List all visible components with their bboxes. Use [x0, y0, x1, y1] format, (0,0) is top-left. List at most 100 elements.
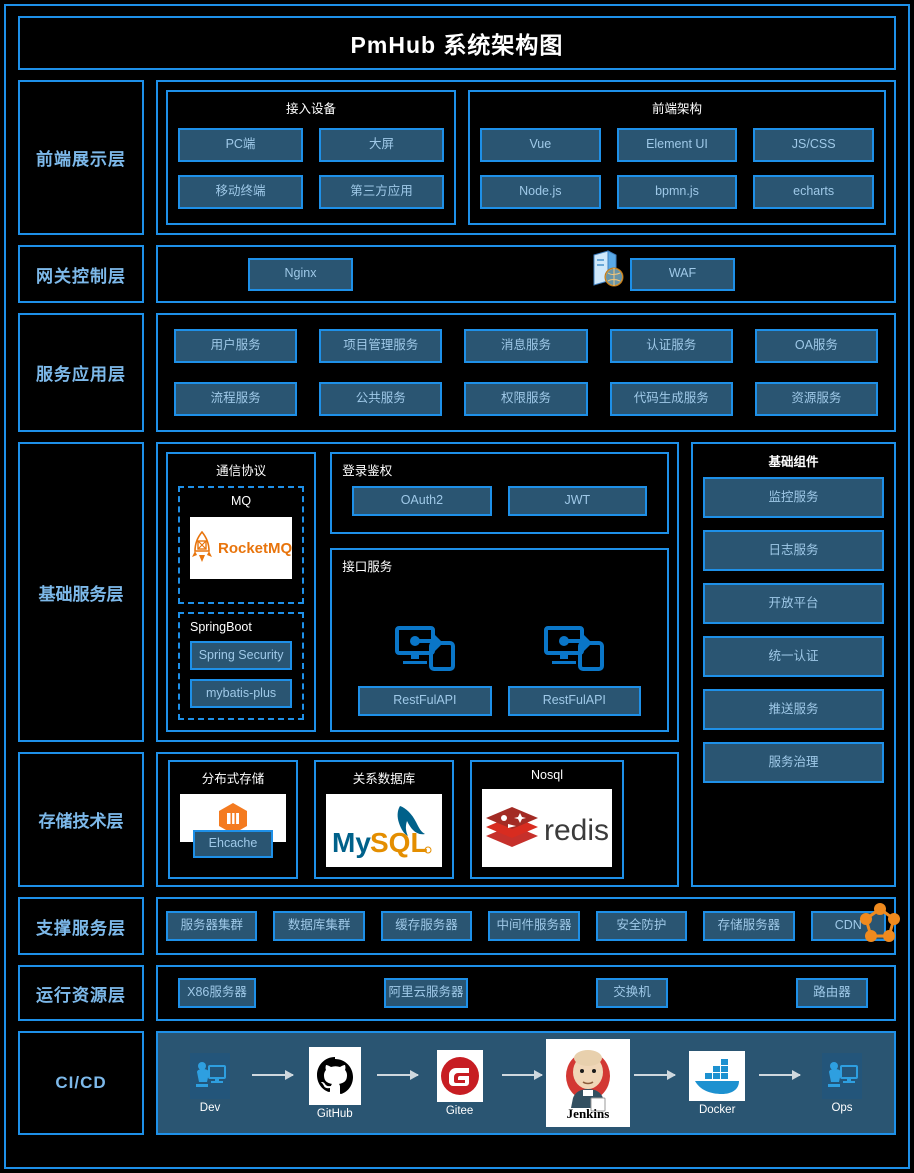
chip-user-service[interactable]: 用户服务: [174, 329, 298, 364]
chip-ehcache[interactable]: Ehcache: [193, 830, 273, 858]
cicd-node-dev: Dev: [172, 1052, 248, 1114]
chip-middleware-server[interactable]: 中间件服务器: [488, 911, 580, 941]
svg-text:SQL: SQL: [370, 827, 428, 858]
chip-service-governance[interactable]: 服务治理: [703, 742, 884, 783]
chip-open-platform[interactable]: 开放平台: [703, 583, 884, 624]
group-relational-database: 关系数据库 My SQL: [314, 760, 454, 879]
flow-arrow: [634, 1070, 676, 1080]
diagram-title-bar: PmHub 系统架构图: [18, 16, 896, 70]
dev-person-computer-icon: [190, 1052, 230, 1099]
flow-arrow: [501, 1070, 544, 1080]
architecture-diagram: PmHub 系统架构图 前端展示层 接入设备 PC端 大屏 移动终端 第三方应用…: [4, 4, 910, 1169]
layer-label-cicd: CI/CD: [18, 1031, 144, 1135]
chip-message-service[interactable]: 消息服务: [464, 329, 588, 364]
chip-element-ui[interactable]: Element UI: [616, 127, 738, 162]
chip-permission-service[interactable]: 权限服务: [464, 381, 588, 416]
layer-body-support: 服务器集群 数据库集群 缓存服务器 中间件服务器 安全防护 存储服务器 CDN: [156, 897, 900, 955]
chip-codegen-service[interactable]: 代码生成服务: [609, 381, 733, 416]
cicd-node-ops: Ops: [804, 1052, 880, 1114]
layer-label-runtime: 运行资源层: [18, 965, 144, 1021]
layer-runtime-resources: 运行资源层 X86服务器 阿里云服务器 交换机 路由器: [18, 965, 896, 1021]
chip-push-service[interactable]: 推送服务: [703, 689, 884, 730]
svg-text:Jenkins: Jenkins: [567, 1106, 610, 1120]
flow-arrow: [376, 1070, 419, 1080]
flow-arrow: [759, 1070, 801, 1080]
group-access-devices: 接入设备 PC端 大屏 移动终端 第三方应用: [166, 90, 456, 225]
layer-basic-services: 基础服务层 通信协议 MQ RocketMQ SpringBoot Spring…: [18, 442, 679, 742]
chip-restfulapi-1[interactable]: RestFulAPI: [358, 686, 492, 716]
chip-unified-auth[interactable]: 统一认证: [703, 636, 884, 677]
layer-storage-technology: 存储技术层 分布式存储 Ehcache 关系数据库 My SQL Nosql r…: [18, 752, 679, 887]
chip-security-protection[interactable]: 安全防护: [595, 911, 688, 941]
layer-label-storage: 存储技术层: [18, 752, 144, 887]
group-springboot: SpringBoot Spring Security mybatis-plus: [178, 612, 305, 720]
cicd-node-docker: Docker: [679, 1050, 755, 1116]
group-basic-components: 基础组件 监控服务 日志服务 开放平台 统一认证 推送服务 服务治理: [691, 442, 896, 887]
chip-nodejs[interactable]: Node.js: [480, 175, 601, 210]
layer-label-frontend: 前端展示层: [18, 80, 144, 235]
chip-pc[interactable]: PC端: [178, 127, 303, 162]
chip-resource-service[interactable]: 资源服务: [754, 381, 878, 416]
layer-body-storage: 分布式存储 Ehcache 关系数据库 My SQL Nosql redis: [156, 752, 679, 887]
group-login-auth: 登录鉴权 OAuth2 JWT: [330, 452, 669, 534]
github-logo: [308, 1046, 361, 1105]
chip-jwt[interactable]: JWT: [507, 486, 647, 516]
layer-frontend-presentation: 前端展示层 接入设备 PC端 大屏 移动终端 第三方应用 前端架构 Vue El…: [18, 80, 896, 235]
chip-js-css[interactable]: JS/CSS: [753, 127, 874, 162]
chip-x86-server[interactable]: X86服务器: [178, 978, 256, 1008]
chip-bpmnjs[interactable]: bpmn.js: [616, 175, 738, 210]
layer-body-frontend: 接入设备 PC端 大屏 移动终端 第三方应用 前端架构 Vue Element …: [156, 80, 896, 235]
chip-log-service[interactable]: 日志服务: [703, 530, 884, 571]
chip-storage-server[interactable]: 存储服务器: [703, 911, 795, 941]
chip-nginx[interactable]: Nginx: [248, 257, 353, 291]
layer-label-gateway: 网关控制层: [18, 245, 144, 303]
group-title-frontend-framework: 前端架构: [651, 102, 702, 116]
chip-server-cluster[interactable]: 服务器集群: [166, 911, 258, 941]
chip-big-screen[interactable]: 大屏: [319, 127, 444, 162]
chip-oa-service[interactable]: OA服务: [754, 329, 878, 364]
flow-arrow: [252, 1070, 294, 1080]
chip-auth-service[interactable]: 认证服务: [609, 329, 733, 364]
group-communication-protocol: 通信协议 MQ RocketMQ SpringBoot Spring Secur…: [166, 452, 317, 732]
group-title-relational-database: 关系数据库: [352, 772, 416, 786]
chip-cache-server[interactable]: 缓存服务器: [380, 911, 473, 941]
chip-aliyun-server[interactable]: 阿里云服务器: [384, 978, 468, 1008]
group-frontend-framework: 前端架构 Vue Element UI JS/CSS Node.js bpmn.…: [468, 90, 886, 225]
ops-person-computer-icon: [821, 1052, 862, 1099]
jenkins-logo: Jenkins: [546, 1039, 631, 1127]
chip-waf[interactable]: WAF: [630, 257, 735, 291]
svg-text:redis: redis: [544, 814, 609, 847]
cicd-label-github: GitHub: [316, 1107, 353, 1120]
group-title-nosql: Nosql: [531, 768, 563, 782]
chip-common-service[interactable]: 公共服务: [319, 381, 443, 416]
chip-monitor-service[interactable]: 监控服务: [703, 477, 884, 518]
cicd-label-docker: Docker: [698, 1103, 736, 1116]
chip-db-cluster[interactable]: 数据库集群: [273, 911, 365, 941]
chip-vue[interactable]: Vue: [480, 127, 601, 162]
cdn-network-icon: [858, 903, 902, 952]
layer-body-service: 用户服务 项目管理服务 消息服务 认证服务 OA服务 流程服务 公共服务 权限服…: [156, 313, 896, 432]
layer-group-basic-storage: 基础服务层 通信协议 MQ RocketMQ SpringBoot Spring…: [18, 442, 896, 887]
layer-body-runtime: X86服务器 阿里云服务器 交换机 路由器: [156, 965, 896, 1021]
chip-spring-security[interactable]: Spring Security: [190, 641, 293, 670]
chip-restfulapi-2[interactable]: RestFulAPI: [507, 686, 641, 716]
chip-mobile[interactable]: 移动终端: [178, 175, 303, 210]
chip-third-party-app[interactable]: 第三方应用: [319, 175, 444, 210]
layer-body-cicd: Dev GitHub Gitee Jenkins Docker Ops: [156, 1031, 896, 1135]
chip-router[interactable]: 路由器: [796, 978, 868, 1008]
chip-mybatis-plus[interactable]: mybatis-plus: [190, 679, 293, 708]
chip-echarts[interactable]: echarts: [753, 175, 874, 210]
api-transfer-icon: [394, 625, 455, 676]
group-title-access-devices: 接入设备: [285, 102, 336, 116]
chip-oauth2[interactable]: OAuth2: [352, 486, 492, 516]
svg-text:My: My: [332, 827, 371, 858]
group-distributed-storage: 分布式存储 Ehcache: [168, 760, 298, 879]
group-title-communication-protocol: 通信协议: [216, 464, 267, 478]
redis-logo: redis: [482, 789, 612, 867]
layer-label-basic-services: 基础服务层: [18, 442, 144, 742]
chip-process-service[interactable]: 流程服务: [174, 381, 298, 416]
chip-project-mgmt-service[interactable]: 项目管理服务: [319, 329, 443, 364]
chip-switch[interactable]: 交换机: [596, 978, 668, 1008]
group-title-login-auth: 登录鉴权: [342, 464, 393, 478]
layer-cicd: CI/CD Dev GitHub Gitee Jenkins Docker Op…: [18, 1031, 896, 1135]
